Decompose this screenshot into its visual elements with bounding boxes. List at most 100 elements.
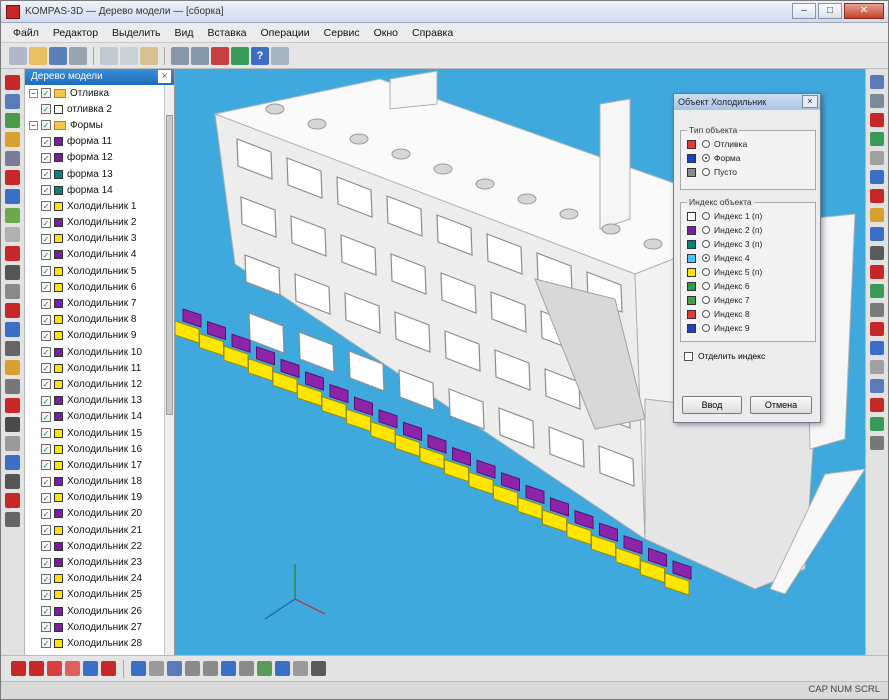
collapse-toggle-icon[interactable]: − [29,88,38,98]
tree-item[interactable]: ✓ Холодильник 12 [25,376,174,392]
tree-scrollbar[interactable] [164,85,174,655]
tree-item[interactable]: ✓ Холодильник 27 [25,619,174,635]
tree-item[interactable]: ✓ Холодильник 20 [25,506,174,522]
view-iso-icon[interactable] [870,113,884,127]
plane-icon[interactable] [5,360,20,375]
maximize-button[interactable]: □ [818,3,842,19]
radio-button[interactable] [702,154,710,162]
menu-window[interactable]: Окно [374,27,398,39]
visibility-checkbox[interactable]: ✓ [41,492,51,503]
visibility-checkbox[interactable]: ✓ [41,444,51,455]
tree-item[interactable]: ✓ Холодильник 24 [25,571,174,587]
save-icon[interactable] [49,46,67,65]
zoom-view-icon[interactable] [221,661,236,676]
copy-icon[interactable] [120,46,138,65]
visibility-checkbox[interactable]: ✓ [41,298,51,309]
grid-icon[interactable] [5,436,20,451]
paste-icon[interactable] [140,46,158,65]
library-icon[interactable] [231,46,249,65]
visibility-checkbox[interactable]: ✓ [41,217,51,228]
move-view-icon[interactable] [203,661,218,676]
menu-file[interactable]: Файл [13,27,39,39]
tree-item[interactable]: ✓ форма 12 [25,150,174,166]
separate-index-checkbox[interactable]: Отделить индекс [684,351,765,361]
radio-button[interactable] [702,254,710,262]
visibility-checkbox[interactable]: ✓ [41,638,51,649]
visibility-checkbox[interactable]: ✓ [41,249,51,260]
fit-icon[interactable] [870,341,884,355]
tree-item[interactable]: ✓ Холодильник 13 [25,393,174,409]
radio-button[interactable] [702,296,710,304]
tree-item[interactable]: ✓ Холодильник 23 [25,554,174,570]
visibility-checkbox[interactable]: ✓ [41,347,51,358]
shaded-edges-icon[interactable] [275,661,290,676]
new-file-icon[interactable] [9,46,27,65]
tree-item[interactable]: ✓ форма 11 [25,134,174,150]
shaded-icon[interactable] [257,661,272,676]
dimension-icon[interactable] [5,303,20,318]
open-file-icon[interactable] [29,46,47,65]
mode-spec-icon[interactable] [83,661,98,676]
filter-icon[interactable] [5,474,20,489]
tree-item[interactable]: ✓ Холодильник 17 [25,457,174,473]
properties-icon[interactable] [211,46,229,65]
dialog-close-button[interactable]: × [802,95,818,108]
refresh-icon[interactable] [870,398,884,412]
perspective-icon[interactable] [870,227,884,241]
tree-item[interactable]: ✓ Холодильник 8 [25,312,174,328]
axis-icon[interactable] [5,341,20,356]
zoom-out-icon[interactable] [870,379,884,393]
visibility-checkbox[interactable]: ✓ [41,169,51,180]
curve-icon[interactable] [5,379,20,394]
tree-item[interactable]: ✓ Холодильник 21 [25,522,174,538]
tree-item[interactable]: ✓ Холодильник 9 [25,328,174,344]
help-icon[interactable]: ? [251,46,269,65]
tree-item[interactable]: ✓ Холодильник 5 [25,263,174,279]
radio-button[interactable] [702,268,710,276]
object-index-option[interactable]: Индекс 2 (п) [681,223,815,237]
visibility-checkbox[interactable]: ✓ [41,152,51,163]
menu-operations[interactable]: Операции [261,27,310,39]
fillet-icon[interactable] [5,208,20,223]
visibility-checkbox[interactable]: ✓ [41,379,51,390]
rotate-icon[interactable] [5,94,20,109]
object-index-option[interactable]: Индекс 4 [681,251,815,265]
print-icon[interactable] [69,46,87,65]
visibility-checkbox[interactable]: ✓ [41,411,51,422]
ortho-icon[interactable] [149,661,164,676]
hide-icon[interactable] [870,189,884,203]
visibility-checkbox[interactable]: ✓ [41,428,51,439]
object-index-option[interactable]: Индекс 6 [681,279,815,293]
separate-index-check[interactable] [684,351,693,361]
light-icon[interactable] [870,208,884,222]
layer-icon[interactable] [5,455,20,470]
minimize-button[interactable]: – [792,3,816,19]
visibility-checkbox[interactable]: ✓ [41,395,51,406]
object-type-option[interactable]: Форма [681,151,815,165]
visibility-checkbox[interactable]: ✓ [41,330,51,341]
color-icon[interactable] [870,265,884,279]
transform-icon[interactable] [5,512,20,527]
tree-folder[interactable]: − ✓ Формы [25,117,174,133]
menu-help[interactable]: Справка [412,27,453,39]
pan-icon[interactable] [5,113,20,128]
tree-item[interactable]: ✓ Холодильник 4 [25,247,174,263]
visibility-checkbox[interactable]: ✓ [41,606,51,617]
cut-icon[interactable] [100,46,118,65]
object-index-option[interactable]: Индекс 1 (п) [681,209,815,223]
mode-fragment-icon[interactable] [65,661,80,676]
tree-item[interactable]: ✓ Холодильник 16 [25,441,174,457]
array-icon[interactable] [5,265,20,280]
visibility-checkbox[interactable]: ✓ [41,282,51,293]
visibility-checkbox[interactable]: ✓ [41,266,51,277]
tree-item[interactable]: ✓ Холодильник 3 [25,231,174,247]
visibility-checkbox[interactable]: ✓ [41,508,51,519]
undo-icon[interactable] [171,46,189,65]
material-icon[interactable] [870,284,884,298]
orientation-icon[interactable] [870,246,884,260]
wireframe-icon[interactable] [870,151,884,165]
extrude-icon[interactable] [5,170,20,185]
cut-extrude-icon[interactable] [5,189,20,204]
tree-item[interactable]: ✓ Холодильник 28 [25,635,174,651]
visibility-checkbox[interactable]: ✓ [41,185,51,196]
